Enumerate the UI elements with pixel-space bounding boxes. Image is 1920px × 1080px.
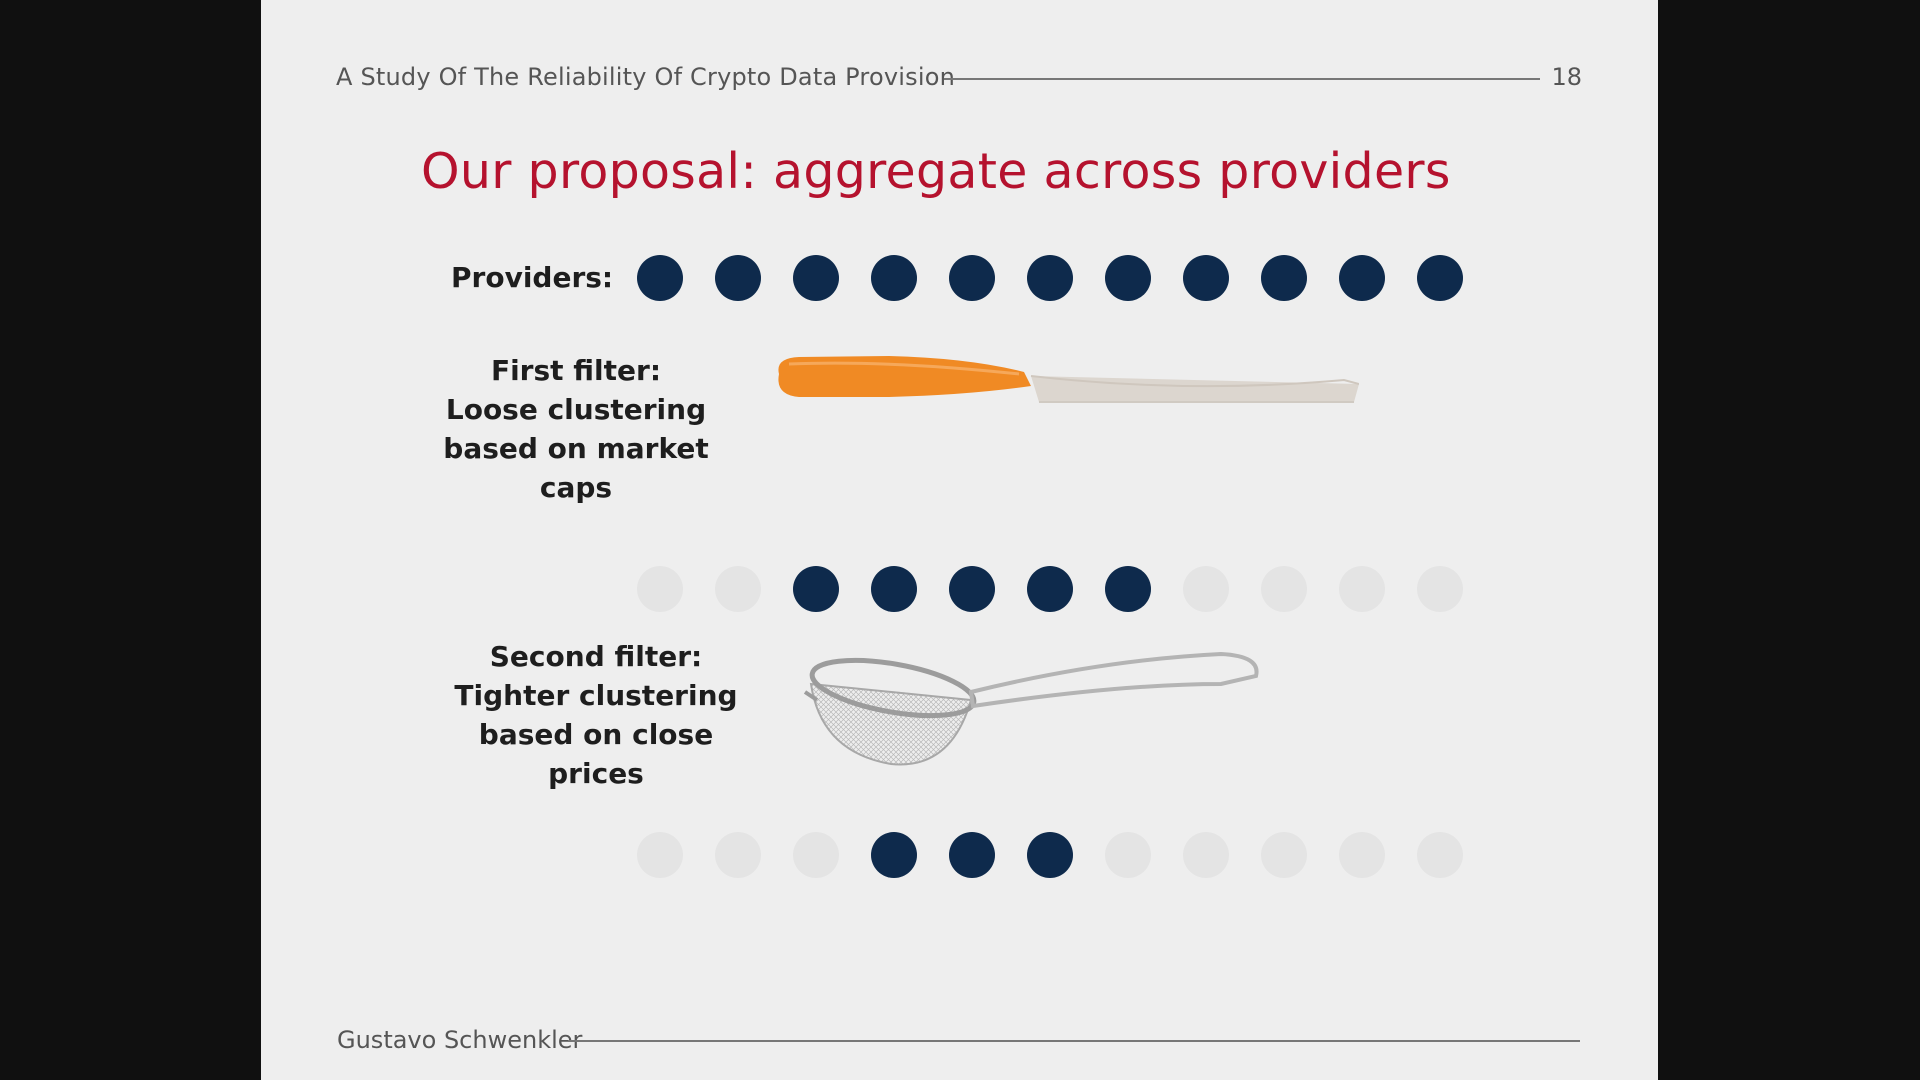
first-filter-line: Loose clustering [445,393,707,426]
provider-dot [871,255,917,301]
remaining-provider-dot [793,566,839,612]
filtered-out-dot [715,832,761,878]
filtered-out-dot [793,832,839,878]
filtered-out-dot [1261,832,1307,878]
filtered-out-dot [1417,832,1463,878]
second-filter-line: prices [548,757,644,790]
provider-dot [715,255,761,301]
remaining-provider-dot [949,566,995,612]
final-provider-dot [1027,832,1073,878]
provider-dot [793,255,839,301]
presentation-title: A Study Of The Reliability Of Crypto Dat… [336,63,955,91]
remaining-provider-dot [1027,566,1073,612]
first-filter-label: First filter: Loose clustering based on … [431,351,721,507]
video-frame: A Study Of The Reliability Of Crypto Dat… [0,0,1920,1080]
footer-author: Gustavo Schwenkler [337,1026,583,1054]
filtered-out-dot [1105,832,1151,878]
filtered-out-dot [637,566,683,612]
slide: A Study Of The Reliability Of Crypto Dat… [261,0,1658,1080]
remaining-provider-dot [871,566,917,612]
first-filter-line: caps [539,471,613,504]
filtered-out-dot [1339,566,1385,612]
filtered-out-dot [1339,832,1385,878]
first-filter-line: First filter: [490,354,662,387]
providers-label: Providers: [451,261,614,294]
slide-title: Our proposal: aggregate across providers [421,143,1451,200]
filtered-out-dot [1261,566,1307,612]
filtered-out-dot [1417,566,1463,612]
filtered-out-dot [637,832,683,878]
provider-dot [1261,255,1307,301]
strainer-icon [803,651,1259,766]
remaining-provider-dot [1105,566,1151,612]
provider-dot [1339,255,1385,301]
final-provider-dot [949,832,995,878]
first-filter-line: based on market [443,432,709,465]
provider-dot [1105,255,1151,301]
knife-icon [778,356,1359,403]
page-number: 18 [1551,63,1582,91]
final-provider-dot [871,832,917,878]
filtered-out-dot [1183,832,1229,878]
provider-dot [637,255,683,301]
filtered-out-dot [715,566,761,612]
second-filter-label: Second filter: Tighter clustering based … [431,637,761,793]
second-filter-line: Second filter: [489,640,703,673]
footer-rule [568,1040,1580,1042]
second-filter-line: Tighter clustering [454,679,738,712]
provider-dot [1417,255,1463,301]
header-rule [944,78,1540,80]
filtered-out-dot [1183,566,1229,612]
second-filter-line: based on close [478,718,714,751]
provider-dot [1027,255,1073,301]
provider-dot [1183,255,1229,301]
provider-dot [949,255,995,301]
